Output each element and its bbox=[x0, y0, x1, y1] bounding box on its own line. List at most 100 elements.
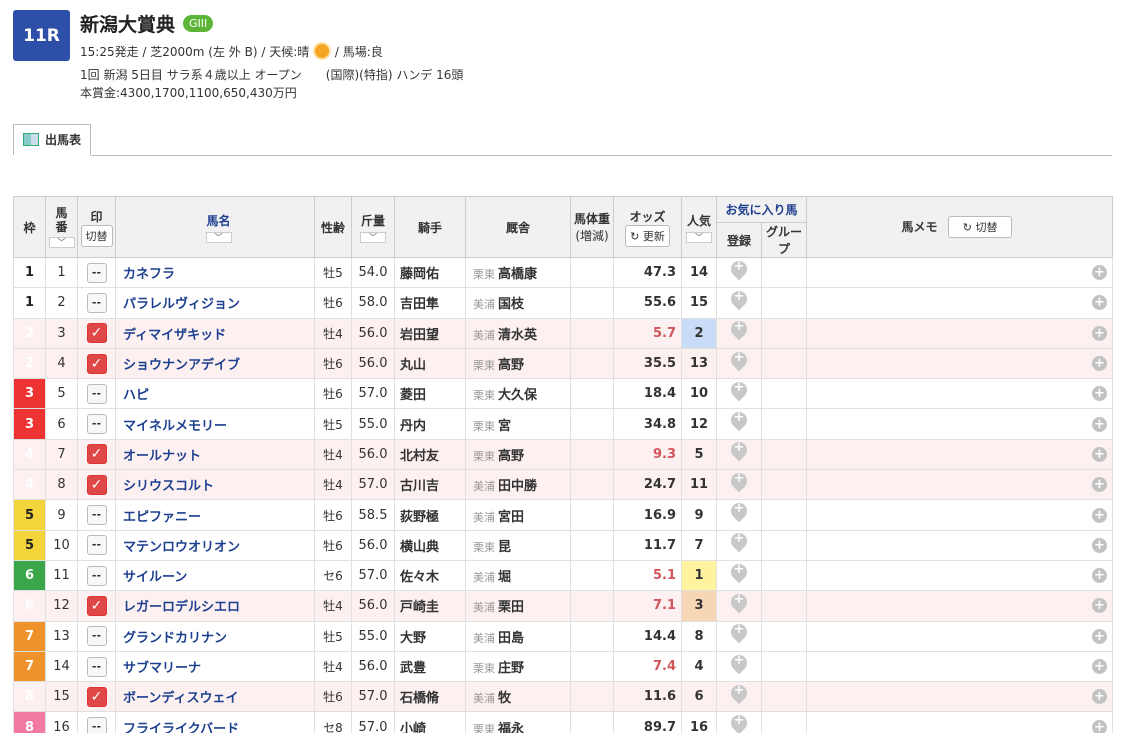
favorite-pin-icon[interactable] bbox=[731, 562, 747, 584]
header-pop[interactable]: 人気 ﹀ bbox=[681, 196, 717, 258]
favorite-pin-icon[interactable] bbox=[731, 592, 747, 614]
favorite-pin-icon[interactable] bbox=[731, 259, 747, 281]
favorite-pin-icon[interactable] bbox=[731, 380, 747, 402]
trainer-link[interactable]: 宮 bbox=[498, 419, 511, 434]
header-uma[interactable]: 馬番 ﹀ bbox=[45, 196, 78, 258]
jockey-link[interactable]: 北村友 bbox=[394, 438, 466, 471]
mark-button[interactable]: -- bbox=[86, 414, 107, 435]
horse-name-link[interactable]: ボーンディスウェイ bbox=[115, 681, 315, 713]
trainer-link[interactable]: 田島 bbox=[498, 631, 524, 646]
horse-name-link[interactable]: グランドカリナン bbox=[115, 620, 315, 652]
horse-name-link[interactable]: フライライクバード bbox=[115, 711, 315, 733]
horse-name-link[interactable]: マテンロウオリオン bbox=[115, 529, 315, 561]
mark-button[interactable]: ✓ bbox=[86, 686, 107, 707]
header-kin[interactable]: 斤量 ﹀ bbox=[351, 196, 395, 258]
horse-name-link[interactable]: エピファニー bbox=[115, 499, 315, 531]
sort-chevron-icon[interactable]: ﹀ bbox=[205, 231, 232, 243]
horse-name-link[interactable]: マイネルメモリー bbox=[115, 408, 315, 440]
mark-button[interactable]: -- bbox=[86, 626, 107, 647]
trainer-link[interactable]: 大久保 bbox=[498, 388, 537, 403]
add-memo-icon[interactable]: + bbox=[1092, 416, 1107, 432]
jockey-link[interactable]: 小崎 bbox=[394, 711, 466, 733]
mark-button[interactable]: -- bbox=[86, 535, 107, 556]
memo-toggle-button[interactable]: ↻ 切替 bbox=[947, 216, 1013, 238]
add-memo-icon[interactable]: + bbox=[1092, 598, 1107, 614]
trainer-link[interactable]: 堀 bbox=[498, 570, 511, 585]
odds-update-button[interactable]: ↻ 更新 bbox=[625, 224, 670, 247]
favorite-pin-icon[interactable] bbox=[731, 683, 747, 705]
trainer-link[interactable]: 国枝 bbox=[498, 297, 524, 312]
horse-name-link[interactable]: サイルーン bbox=[115, 559, 315, 592]
add-memo-icon[interactable]: + bbox=[1092, 265, 1107, 281]
add-memo-icon[interactable]: + bbox=[1092, 659, 1107, 674]
horse-name-link[interactable]: サブマリーナ bbox=[115, 650, 315, 683]
mark-button[interactable]: ✓ bbox=[86, 323, 107, 344]
trainer-link[interactable]: 高橋康 bbox=[498, 267, 537, 282]
mark-button[interactable]: -- bbox=[86, 292, 107, 313]
horse-name-link[interactable]: ディマイザキッド bbox=[115, 317, 315, 349]
add-memo-icon[interactable]: + bbox=[1092, 568, 1107, 584]
add-memo-icon[interactable]: + bbox=[1092, 719, 1107, 733]
trainer-link[interactable]: 清水英 bbox=[498, 328, 537, 343]
mark-button[interactable]: ✓ bbox=[86, 474, 107, 495]
add-memo-icon[interactable]: + bbox=[1092, 446, 1107, 462]
trainer-link[interactable]: 昆 bbox=[498, 540, 511, 555]
trainer-link[interactable]: 庄野 bbox=[498, 661, 524, 676]
mark-toggle-button[interactable]: 切替 bbox=[80, 224, 113, 247]
jockey-link[interactable]: 戸崎圭 bbox=[394, 590, 466, 622]
mark-button[interactable]: ✓ bbox=[86, 595, 107, 616]
jockey-link[interactable]: 石橋脩 bbox=[394, 681, 466, 713]
tab-shutuba[interactable]: 出馬表 bbox=[13, 124, 92, 156]
trainer-link[interactable]: 福永 bbox=[498, 722, 524, 733]
add-memo-icon[interactable]: + bbox=[1092, 386, 1107, 402]
favorite-pin-icon[interactable] bbox=[731, 501, 747, 523]
jockey-link[interactable]: 丸山 bbox=[394, 347, 466, 380]
jockey-link[interactable]: 吉田隼 bbox=[394, 287, 466, 319]
jockey-link[interactable]: 藤岡佑 bbox=[394, 256, 466, 289]
jockey-link[interactable]: 荻野極 bbox=[394, 499, 466, 531]
mark-button[interactable]: ✓ bbox=[86, 444, 107, 465]
favorite-pin-icon[interactable] bbox=[731, 440, 747, 462]
trainer-link[interactable]: 牧 bbox=[498, 691, 511, 706]
add-memo-icon[interactable]: + bbox=[1092, 689, 1107, 705]
header-name[interactable]: 馬名 ﹀ bbox=[115, 196, 315, 258]
jockey-link[interactable]: 岩田望 bbox=[394, 317, 466, 349]
add-memo-icon[interactable]: + bbox=[1092, 477, 1107, 493]
favorite-pin-icon[interactable] bbox=[731, 350, 747, 372]
favorite-pin-icon[interactable] bbox=[731, 319, 747, 341]
add-memo-icon[interactable]: + bbox=[1092, 507, 1107, 523]
favorite-pin-icon[interactable] bbox=[731, 531, 747, 553]
mark-button[interactable]: -- bbox=[86, 565, 107, 586]
horse-name-link[interactable]: レガーロデルシエロ bbox=[115, 590, 315, 622]
mark-button[interactable]: -- bbox=[86, 656, 107, 677]
trainer-link[interactable]: 高野 bbox=[498, 358, 524, 373]
mark-button[interactable]: -- bbox=[86, 262, 107, 283]
mark-button[interactable]: -- bbox=[86, 383, 107, 404]
jockey-link[interactable]: 横山典 bbox=[394, 529, 466, 561]
favorite-pin-icon[interactable] bbox=[731, 622, 747, 644]
trainer-link[interactable]: 宮田 bbox=[498, 510, 524, 525]
jockey-link[interactable]: 武豊 bbox=[394, 650, 466, 683]
jockey-link[interactable]: 菱田 bbox=[394, 378, 466, 410]
horse-name-link[interactable]: パラレルヴィジョン bbox=[115, 287, 315, 319]
sort-chevron-icon[interactable]: ﹀ bbox=[360, 231, 386, 243]
favorite-pin-icon[interactable] bbox=[731, 713, 747, 733]
horse-name-link[interactable]: カネフラ bbox=[115, 256, 315, 289]
trainer-link[interactable]: 高野 bbox=[498, 449, 524, 464]
horse-name-link[interactable]: シリウスコルト bbox=[115, 469, 315, 501]
horse-name-link[interactable]: ショウナンアデイブ bbox=[115, 347, 315, 380]
jockey-link[interactable]: 丹内 bbox=[394, 408, 466, 440]
mark-button[interactable]: ✓ bbox=[86, 353, 107, 374]
mark-button[interactable]: -- bbox=[86, 505, 107, 526]
jockey-link[interactable]: 大野 bbox=[394, 620, 466, 652]
favorite-pin-icon[interactable] bbox=[731, 289, 747, 311]
add-memo-icon[interactable]: + bbox=[1092, 628, 1107, 644]
favorite-pin-icon[interactable] bbox=[731, 410, 747, 432]
horse-name-link[interactable]: オールナット bbox=[115, 438, 315, 471]
add-memo-icon[interactable]: + bbox=[1092, 356, 1107, 372]
favorite-pin-icon[interactable] bbox=[731, 471, 747, 493]
favorite-pin-icon[interactable] bbox=[731, 653, 747, 675]
sort-chevron-icon[interactable]: ﹀ bbox=[48, 237, 75, 248]
trainer-link[interactable]: 栗田 bbox=[498, 600, 524, 615]
trainer-link[interactable]: 田中勝 bbox=[498, 479, 537, 494]
